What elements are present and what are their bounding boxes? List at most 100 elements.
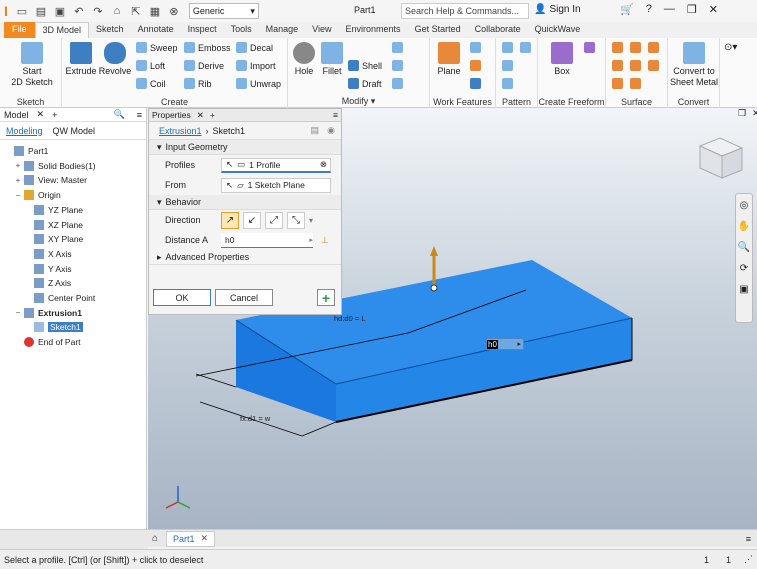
tab-tools[interactable]: Tools — [224, 22, 259, 38]
clear-icon[interactable]: ⊗ — [320, 159, 327, 170]
tab-get-started[interactable]: Get Started — [408, 22, 468, 38]
close-icon[interactable]: ✕ — [709, 3, 718, 16]
ucs-button[interactable] — [470, 78, 481, 89]
update-icon[interactable]: ▦ — [147, 2, 163, 20]
mirror-button[interactable] — [520, 42, 531, 53]
tree-item[interactable]: End of Part — [0, 335, 81, 349]
select-icon[interactable]: ⇱ — [128, 2, 144, 20]
point-button[interactable] — [470, 60, 481, 71]
hole-button[interactable]: Hole — [290, 42, 318, 77]
input-geometry-section[interactable]: ▾ Input Geometry — [149, 140, 341, 155]
modify-panel-label[interactable]: Modify ▾ — [288, 96, 429, 107]
breadcrumb-feature[interactable]: Extrusion1 — [159, 126, 202, 136]
tab-quickwave[interactable]: QuickWave — [528, 22, 588, 38]
direction-flipped-button[interactable]: ↙ — [243, 211, 261, 229]
home-icon[interactable]: ⌂ — [152, 533, 158, 544]
plane-button[interactable]: Plane — [434, 42, 464, 77]
decal-button[interactable]: Decal — [236, 42, 273, 53]
sign-in-button[interactable]: 👤 Sign In — [534, 4, 581, 15]
home-icon[interactable]: ⌂ — [109, 2, 125, 20]
extrude-button[interactable]: Extrude — [64, 42, 98, 77]
appearance-dropdown[interactable]: Generic ▾ — [188, 3, 259, 19]
tab-file[interactable]: File — [4, 22, 35, 38]
direction-asymmetric-button[interactable]: ⤡ — [287, 211, 305, 229]
distance-input[interactable]: h0 ▸ — [221, 232, 313, 248]
tree-item[interactable]: Part1 — [0, 144, 48, 158]
import-button[interactable]: Import — [236, 60, 276, 71]
behavior-section[interactable]: ▾ Behavior — [149, 195, 341, 210]
minimize-icon[interactable]: — — [664, 3, 675, 16]
tree-item[interactable]: YZ Plane — [0, 203, 83, 217]
restore-icon[interactable]: ❐ — [738, 108, 746, 119]
expand-toggle-icon[interactable]: − — [14, 308, 22, 317]
tab-manage[interactable]: Manage — [259, 22, 306, 38]
draft-button[interactable]: Draft — [348, 78, 382, 89]
close-icon[interactable]: ✕ — [201, 533, 209, 544]
circ-pattern-button[interactable] — [502, 60, 513, 71]
doc-tab-part1[interactable]: Part1 ✕ — [166, 530, 216, 547]
unwrap-button[interactable]: Unwrap — [236, 78, 281, 89]
box-button[interactable]: Box — [544, 42, 580, 77]
distance-inline-input[interactable]: h0 ▸ — [486, 338, 524, 350]
shell-button[interactable]: Shell — [348, 60, 382, 71]
convert-sheet-metal-button[interactable]: Convert to Sheet Metal — [668, 42, 720, 88]
inventor-logo-icon[interactable]: I — [4, 3, 8, 19]
tab-annotate[interactable]: Annotate — [131, 22, 181, 38]
replace-face-button[interactable] — [648, 60, 659, 71]
tree-item[interactable]: + Solid Bodies(1) — [0, 159, 96, 173]
emboss-button[interactable]: Emboss — [184, 42, 231, 53]
tree-item[interactable]: − Origin — [0, 188, 61, 202]
open-icon[interactable]: ▤ — [33, 2, 49, 20]
axis-button[interactable] — [470, 42, 481, 53]
direction-symmetric-button[interactable]: ⤢ — [265, 211, 283, 229]
tabs-menu-icon[interactable]: ≡ — [746, 534, 751, 544]
tree-item[interactable]: Sketch1 — [0, 320, 83, 334]
advanced-properties-section[interactable]: ▸ Advanced Properties — [149, 250, 341, 265]
length-dimension-label[interactable]: hd:d0 = L — [334, 314, 366, 323]
tab-inspect[interactable]: Inspect — [181, 22, 224, 38]
look-at-icon[interactable]: ▣ — [736, 284, 752, 295]
coil-button[interactable]: Coil — [136, 78, 166, 89]
close-icon[interactable]: ✕ — [37, 109, 45, 120]
cancel-button[interactable]: Cancel — [215, 289, 273, 306]
tree-item[interactable]: Y Axis — [0, 262, 71, 276]
freeform-tool-1[interactable] — [584, 42, 595, 53]
tree-item[interactable]: X Axis — [0, 247, 72, 261]
tab-qw-model[interactable]: QW Model — [53, 126, 96, 136]
restore-icon[interactable]: ❐ — [687, 3, 697, 16]
tree-item[interactable]: + View: Master — [0, 173, 87, 187]
direction-default-button[interactable]: ↗ — [221, 211, 239, 229]
tree-item[interactable]: XZ Plane — [0, 218, 83, 232]
tab-sketch[interactable]: Sketch — [89, 22, 131, 38]
width-dimension-label[interactable]: fx:d1 = w — [240, 414, 270, 423]
tree-item[interactable]: XY Plane — [0, 232, 83, 246]
profiles-selector[interactable]: ↖ ▭ 1 Profile ⊗ — [221, 157, 331, 173]
tab-3d-model[interactable]: 3D Model — [34, 22, 90, 38]
search-input[interactable]: Search Help & Commands... — [401, 3, 529, 19]
loft-button[interactable]: Loft — [136, 60, 165, 71]
orbit-icon[interactable]: ⟳ — [736, 263, 752, 274]
start-sketch-button[interactable]: Start 2D Sketch — [8, 42, 56, 88]
apply-plus-icon[interactable]: + — [317, 289, 335, 306]
rect-pattern-button[interactable] — [502, 42, 513, 53]
add-tab-icon[interactable]: + — [52, 110, 57, 120]
new-icon[interactable]: ▭ — [14, 2, 30, 20]
tab-collaborate[interactable]: Collaborate — [468, 22, 528, 38]
close-icon[interactable]: ✕ — [752, 108, 757, 119]
expand-toggle-icon[interactable]: + — [14, 176, 22, 185]
fillet-button[interactable]: Fillet — [318, 42, 346, 77]
tree-item[interactable]: Center Point — [0, 291, 95, 305]
rib-button[interactable]: Rib — [184, 78, 212, 89]
zoom-icon[interactable]: 🔍 — [736, 242, 752, 253]
help-icon[interactable]: ? — [646, 3, 652, 16]
menu-icon[interactable]: ≡ — [333, 110, 338, 120]
manipulator-point[interactable] — [430, 284, 438, 292]
tab-modeling[interactable]: Modeling — [6, 126, 43, 136]
steering-wheel-icon[interactable]: ◎ — [736, 200, 752, 211]
undo-icon[interactable]: ↶ — [71, 2, 87, 20]
preset-icon[interactable]: ▤ — [310, 125, 319, 136]
measure-icon[interactable]: ⊥ — [321, 235, 329, 246]
add-tab-icon[interactable]: + — [210, 110, 215, 121]
tab-environments[interactable]: Environments — [339, 22, 408, 38]
repair-button[interactable] — [612, 78, 623, 89]
